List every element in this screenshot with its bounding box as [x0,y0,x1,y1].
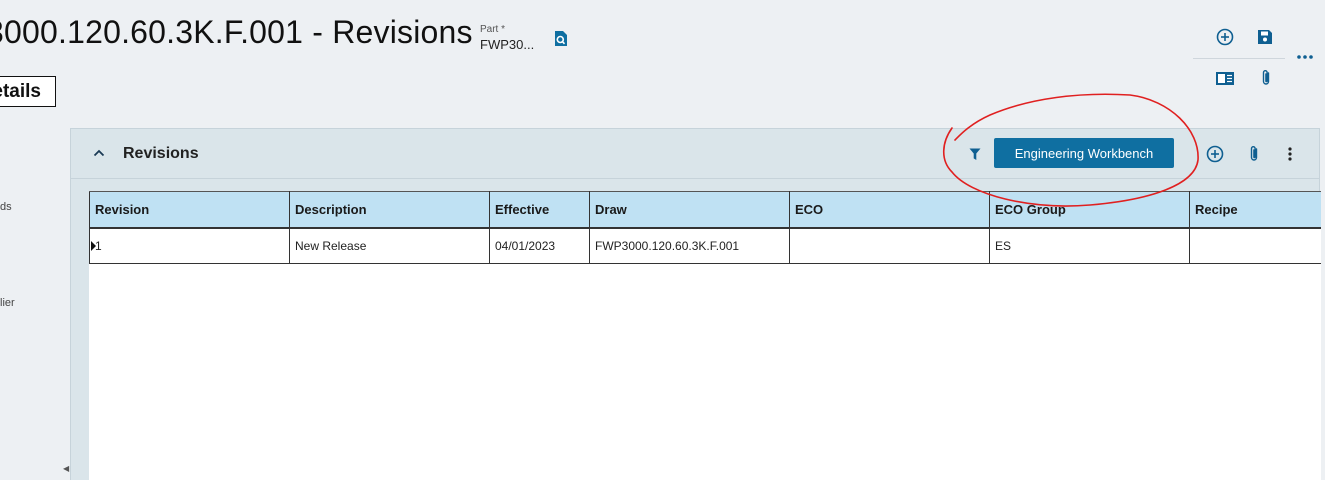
column-header-eco-group[interactable]: ECO Group [989,191,1190,228]
save-icon[interactable] [1254,26,1276,48]
left-panel-fragment: lier [0,297,15,309]
column-header-effective[interactable]: Effective [489,191,590,228]
attachment-icon[interactable] [1243,143,1265,165]
left-panel-fragment: ds [0,201,12,213]
column-header-revision[interactable]: Revision [89,191,290,228]
draw-cell[interactable]: FWP3000.120.60.3K.F.001 [589,226,790,264]
recipe-cell[interactable] [1189,226,1321,264]
table-row[interactable]: 1 New Release 04/01/2023 FWP3000.120.60.… [89,226,1321,264]
page-title: 3000.120.60.3K.F.001 - Revisions [0,14,473,50]
eco-cell[interactable] [789,226,990,264]
filter-icon[interactable] [967,146,983,162]
details-tab[interactable]: etails [0,76,56,107]
panel-icon[interactable] [1214,67,1236,89]
column-header-recipe[interactable]: Recipe [1189,191,1321,228]
revision-cell[interactable]: 1 [89,226,290,264]
revision-value[interactable]: 1 [95,239,102,253]
part-label: Part * [480,24,506,35]
more-icon[interactable] [1294,46,1316,68]
eco-group-cell[interactable]: ES [989,226,1190,264]
part-search-icon[interactable] [553,29,569,47]
panel-title: Revisions [123,145,199,162]
attachment-icon[interactable] [1255,67,1277,89]
current-row-indicator-icon [91,240,96,251]
column-header-description[interactable]: Description [289,191,490,228]
part-value[interactable]: FWP30... [480,37,534,52]
revisions-panel-header: Revisions Engineering Workbench [71,129,1319,179]
effective-cell[interactable]: 04/01/2023 [489,226,590,264]
chevron-up-icon[interactable] [89,143,109,163]
description-cell[interactable]: New Release [289,226,490,264]
revisions-grid: Revision Description Effective Draw ECO … [89,191,1321,480]
revisions-panel: Revisions Engineering Workbench Revision… [70,128,1321,480]
engineering-workbench-button[interactable]: Engineering Workbench [994,138,1174,168]
column-header-eco[interactable]: ECO [789,191,990,228]
add-circle-icon[interactable] [1204,143,1226,165]
column-header-draw[interactable]: Draw [589,191,790,228]
grid-header-row: Revision Description Effective Draw ECO … [89,191,1321,228]
toolbar-separator [1193,58,1285,59]
part-field[interactable]: Part * FWP30... [480,24,534,52]
collapse-left-arrow-icon[interactable]: ◀ [63,464,69,473]
add-circle-icon[interactable] [1214,26,1236,48]
kebab-icon[interactable] [1279,143,1301,165]
